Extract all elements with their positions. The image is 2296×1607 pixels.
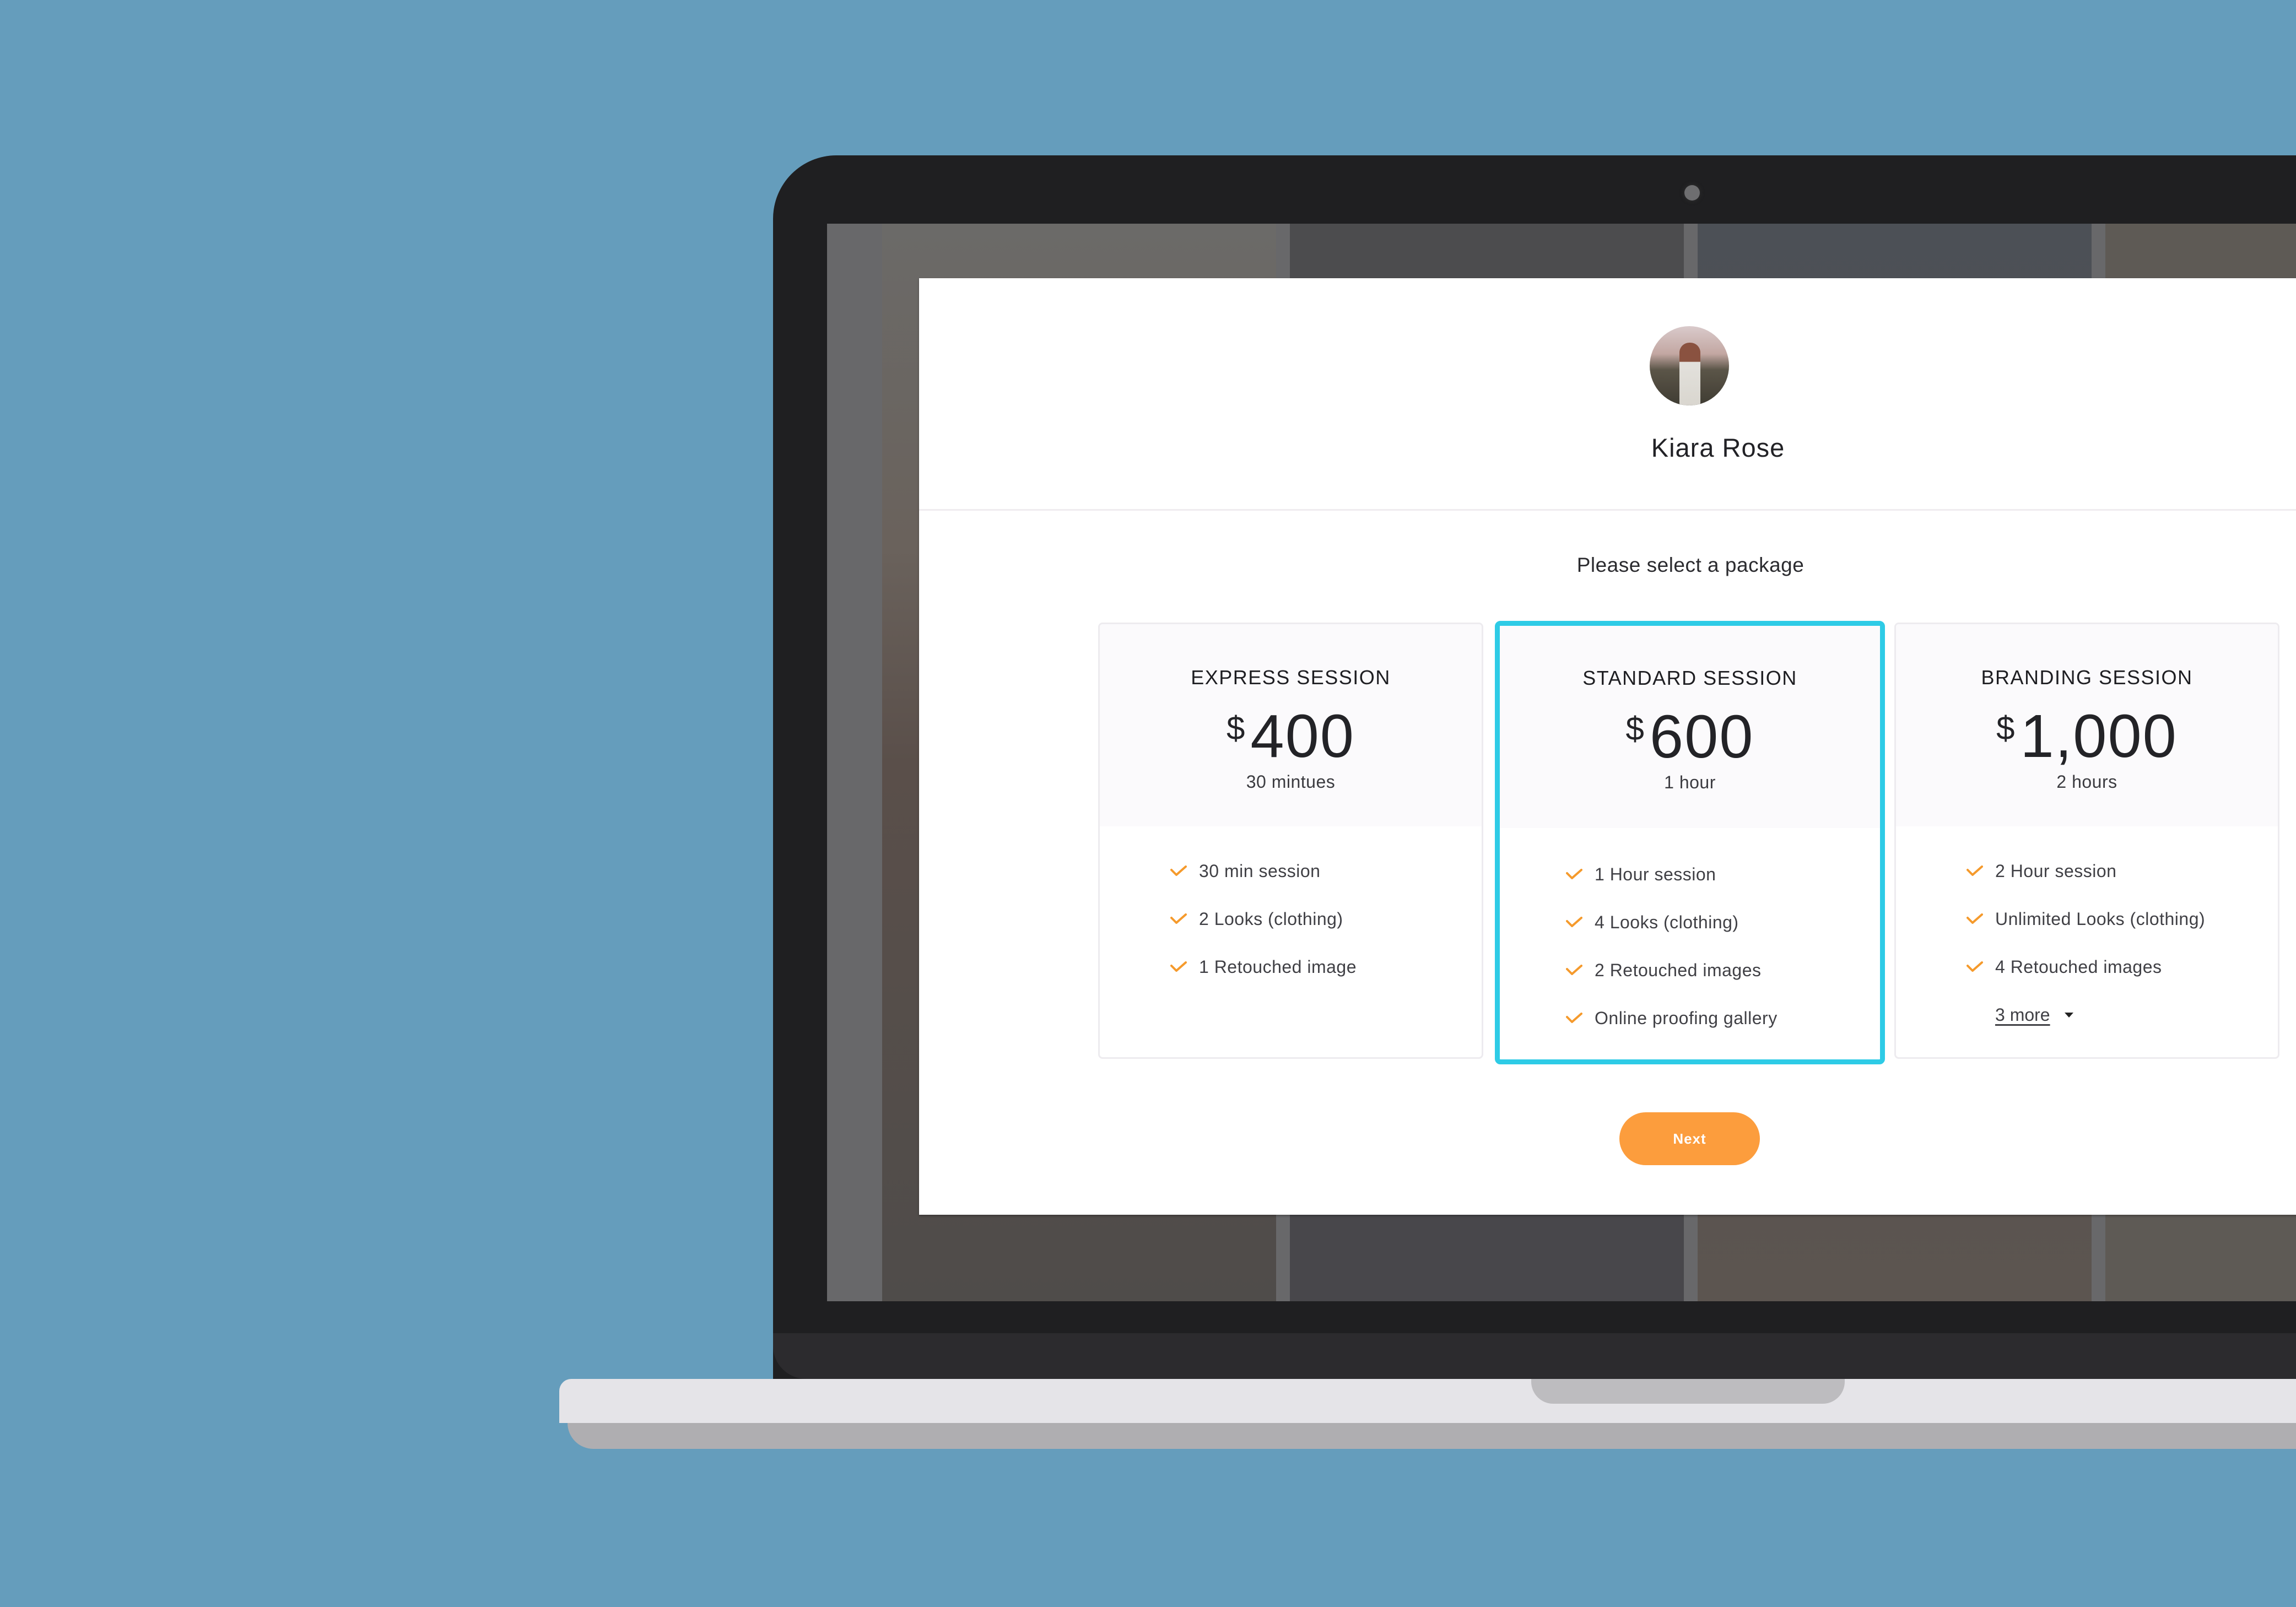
list-item: 1 Retouched image	[1170, 957, 1357, 1005]
list-item: 2 Retouched images	[1566, 960, 1778, 1008]
currency-symbol: $	[1625, 710, 1644, 747]
feature-text: Unlimited Looks (clothing)	[1995, 909, 2206, 929]
feature-list: 2 Hour session Unlimited Looks (clothing…	[1967, 861, 2205, 1025]
package-card-standard[interactable]: STANDARD SESSION $600 1 hour 1 Hour sess…	[1495, 621, 1885, 1064]
laptop-opening-notch	[1531, 1379, 1845, 1404]
list-item: Unlimited Looks (clothing)	[1967, 909, 2205, 957]
price-amount: 400	[1250, 702, 1355, 770]
feature-text: 2 Hour session	[1995, 861, 2117, 881]
package-duration: 2 hours	[2056, 772, 2117, 792]
checkmark-icon	[1566, 917, 1582, 927]
feature-list: 1 Hour session 4 Looks (clothing) 2 Reto…	[1566, 864, 1778, 1056]
package-title: EXPRESS SESSION	[1191, 666, 1391, 689]
checkmark-icon	[1967, 961, 1983, 972]
checkmark-icon	[1170, 961, 1187, 972]
profile-photo-icon	[1679, 343, 1700, 405]
package-title: STANDARD SESSION	[1582, 667, 1797, 689]
laptop-base-edge	[568, 1423, 2296, 1449]
feature-text: 2 Looks (clothing)	[1199, 909, 1343, 929]
package-duration: 1 hour	[1664, 772, 1716, 792]
currency-symbol: $	[1996, 710, 2015, 746]
package-title: BRANDING SESSION	[1981, 666, 2193, 689]
package-price: $400	[1100, 701, 1482, 771]
list-item: 4 Looks (clothing)	[1566, 912, 1778, 960]
price-amount: 600	[1649, 703, 1754, 771]
feature-text: 4 Retouched images	[1995, 957, 2162, 977]
list-item: 1 Hour session	[1566, 864, 1778, 912]
next-button[interactable]: Next	[1619, 1112, 1760, 1165]
checkmark-icon	[1566, 869, 1582, 879]
list-item: 2 Looks (clothing)	[1170, 909, 1357, 957]
feature-text: 1 Hour session	[1595, 864, 1716, 884]
list-item: 30 min session	[1170, 861, 1357, 909]
header-divider	[919, 509, 2296, 511]
list-item: 4 Retouched images	[1967, 957, 2205, 1005]
feature-list: 30 min session 2 Looks (clothing) 1 Reto…	[1170, 861, 1357, 1005]
caret-down-icon[interactable]	[2064, 1013, 2073, 1018]
checkmark-icon	[1967, 865, 1983, 876]
currency-symbol: $	[1227, 710, 1245, 746]
background-photo	[1290, 224, 1684, 279]
feature-text: 2 Retouched images	[1595, 960, 1762, 980]
avatar	[1650, 326, 1729, 405]
laptop-base	[559, 1379, 2296, 1423]
photographer-name: Kiara Rose	[1651, 433, 1785, 462]
package-price: $1,000	[1896, 701, 2278, 771]
checkmark-icon	[1170, 913, 1187, 924]
feature-text: 1 Retouched image	[1199, 957, 1357, 977]
checkmark-icon	[1566, 1013, 1582, 1023]
checkmark-icon	[1170, 865, 1187, 876]
select-package-prompt: Please select a package	[1576, 554, 1805, 576]
camera-icon	[1684, 185, 1700, 201]
package-card-branding[interactable]: BRANDING SESSION $1,000 2 hours 2 Hour s…	[1894, 623, 2279, 1059]
show-more-link[interactable]: 3 more	[1995, 1005, 2050, 1025]
package-price: $600	[1500, 702, 1880, 772]
list-item: 2 Hour session	[1967, 861, 2205, 909]
feature-text: Online proofing gallery	[1595, 1008, 1778, 1028]
feature-text: 4 Looks (clothing)	[1595, 912, 1739, 932]
package-card-express[interactable]: EXPRESS SESSION $400 30 mintues 30 min s…	[1098, 623, 1483, 1059]
price-amount: 1,000	[2020, 702, 2178, 770]
checkmark-icon	[1967, 913, 1983, 924]
checkmark-icon	[1566, 965, 1582, 975]
list-item: Online proofing gallery	[1566, 1008, 1778, 1056]
background-gallery-strip	[827, 224, 882, 1301]
feature-text: 30 min session	[1199, 861, 1321, 881]
laptop-bezel-bottom	[773, 1333, 2296, 1379]
package-duration: 30 mintues	[1246, 772, 1336, 792]
show-more-toggle[interactable]: 3 more	[1995, 1005, 2205, 1025]
